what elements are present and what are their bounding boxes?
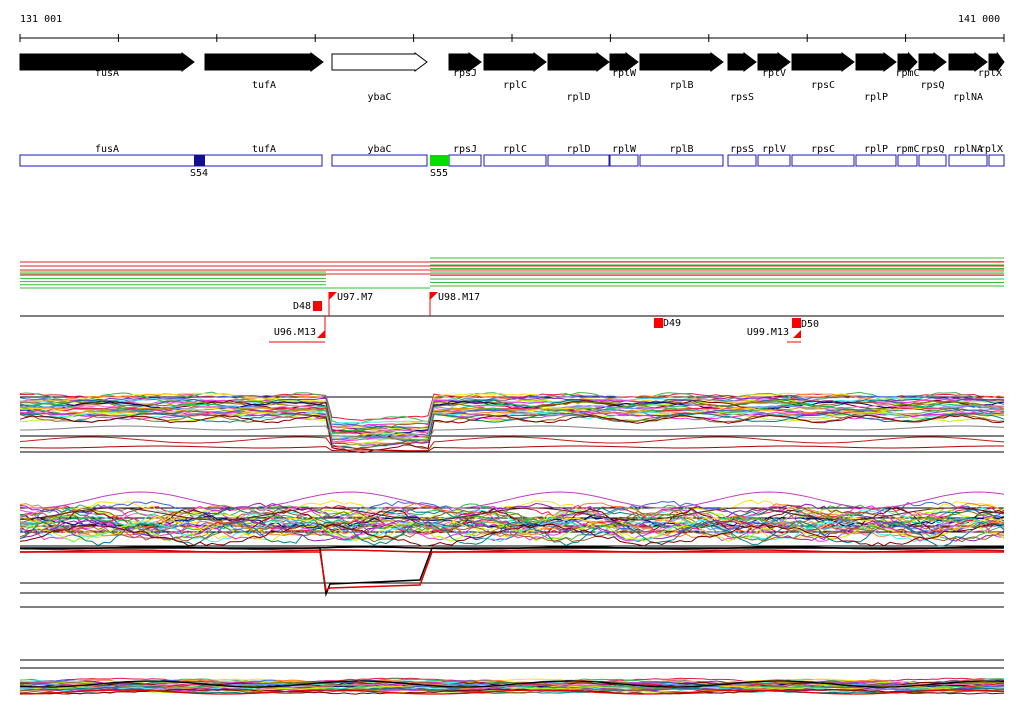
profile-reference-line	[20, 425, 1005, 441]
gene-label-tufA: tufA	[252, 80, 276, 91]
site-label-S55: S55	[430, 168, 448, 179]
coverage-lines-track	[20, 257, 1004, 289]
flag-marker	[793, 330, 801, 338]
gene-box-label-rpsS: rpsS	[730, 144, 754, 155]
gene-box-rplV	[757, 154, 791, 167]
gene-outline-track: fusA tufA ybaC rpsJ rplC rplD rplW rplB rpsS rplV…	[19, 144, 1005, 179]
gene-box-rpsJ	[448, 154, 482, 167]
gene-box-rplNA	[948, 154, 988, 167]
profile-reference-line	[20, 547, 1004, 597]
gene-box-label-rplW: rplW	[612, 144, 637, 155]
gene-label-rpsS: rpsS	[730, 92, 754, 103]
gene-arrow-tufA	[204, 52, 324, 72]
flag-marker	[329, 292, 337, 300]
gene-box-label-fusA: fusA	[95, 144, 119, 155]
gene-arrow-rpsC	[791, 52, 855, 72]
gene-arrow-rpsQ	[918, 52, 947, 72]
gene-box-rplW	[609, 154, 639, 167]
profile-reference-line	[19, 445, 1004, 452]
gene-box-label-rplV: rplV	[762, 144, 786, 155]
site-marker-S54	[194, 155, 205, 166]
gene-arrow-rpsS	[727, 52, 757, 72]
gene-box-rpmC	[897, 154, 918, 167]
gene-label-ybaC: ybaC	[367, 92, 391, 103]
gene-box-label-rplB: rplB	[669, 144, 693, 155]
probe-marker-track: D48 U97.M7 U98.M17 U96.M13 D49 U99.M13 D50	[20, 292, 1004, 343]
gene-arrow-rplC	[483, 52, 547, 72]
profile-series-line	[19, 413, 1005, 451]
gene-label-fusA: fusA	[95, 68, 119, 79]
gene-arrow-rplP	[855, 52, 897, 72]
gene-box-label-tufA: tufA	[252, 144, 276, 155]
deletion-marker	[792, 318, 801, 328]
coordinate-start: 131 001	[20, 14, 62, 25]
expression-profile-panel-3	[19, 659, 1005, 695]
gene-box-rplB	[639, 154, 724, 167]
probe-label-D48: D48	[293, 301, 311, 312]
gene-label-rplC: rplC	[503, 80, 527, 91]
position-ruler	[19, 34, 1005, 42]
deletion-marker	[654, 318, 663, 328]
profile-reference-line	[20, 551, 1004, 592]
expression-profile-panel-2	[19, 491, 1005, 608]
probe-label-U97.M7: U97.M7	[337, 292, 373, 303]
gene-box-rplD	[547, 154, 610, 167]
gene-box-label-rplX: rplX	[979, 144, 1003, 155]
profile-reference-line	[19, 436, 1005, 452]
gene-label-rplD: rplD	[566, 92, 590, 103]
flag-marker	[430, 292, 438, 300]
expression-profile-panel-1	[19, 391, 1005, 454]
profile-reference-line	[19, 491, 1005, 509]
gene-box-label-ybaC: ybaC	[367, 144, 391, 155]
probe-label-U98.M17: U98.M17	[438, 292, 480, 303]
flag-marker	[317, 330, 325, 338]
gene-arrow-rplD	[547, 52, 610, 72]
gene-label-rpsJ: rpsJ	[453, 68, 477, 79]
gene-box-rplC	[483, 154, 547, 167]
gene-label-rplP: rplP	[864, 92, 888, 103]
probe-label-D49: D49	[663, 318, 681, 329]
gene-arrow-track: fusA tufA ybaC rpsJ rplC rplD rplW rplB rpsS rplV…	[19, 51, 1005, 103]
gene-box-rpsS	[727, 154, 757, 167]
probe-label-U96.M13: U96.M13	[274, 327, 316, 338]
genome-browser-view: 131 001 141 000 fusA tufA ybaC rpsJ rplC rplD…	[19, 14, 1005, 695]
gene-box-label-rplC: rplC	[503, 144, 527, 155]
gene-arrow-rplB	[639, 52, 724, 72]
gene-label-rpsQ: rpsQ	[920, 80, 944, 91]
gene-box-label-rpmC: rpmC	[895, 144, 919, 155]
gene-box-rpsC	[791, 154, 855, 167]
gene-arrow-ybaC	[331, 52, 428, 72]
coordinate-end: 141 000	[958, 14, 1000, 25]
probe-label-U99.M13: U99.M13	[747, 327, 789, 338]
gene-label-rplX: rplX	[978, 68, 1002, 79]
gene-label-rplW: rplW	[612, 68, 637, 79]
deletion-marker	[313, 301, 322, 311]
site-marker-S55	[430, 155, 449, 166]
gene-box-rplP	[855, 154, 897, 167]
gene-box-label-rplD: rplD	[566, 144, 590, 155]
gene-label-rplB: rplB	[669, 80, 693, 91]
gene-label-rplNA: rplNA	[953, 92, 983, 103]
gene-box-rplX	[988, 154, 1005, 167]
gene-box-group-2	[331, 154, 428, 167]
probe-label-D50: D50	[801, 319, 819, 330]
gene-box-label-rpsJ: rpsJ	[453, 144, 477, 155]
gene-box-label-rplP: rplP	[864, 144, 888, 155]
gene-box-label-rpsC: rpsC	[811, 144, 835, 155]
gene-box-group-1	[19, 154, 323, 167]
gene-box-rpsQ	[918, 154, 947, 167]
gene-box-label-rpsQ: rpsQ	[920, 144, 944, 155]
site-label-S54: S54	[190, 168, 208, 179]
gene-label-rpmC: rpmC	[895, 68, 919, 79]
gene-label-rplV: rplV	[762, 68, 786, 79]
gene-label-rpsC: rpsC	[811, 80, 835, 91]
